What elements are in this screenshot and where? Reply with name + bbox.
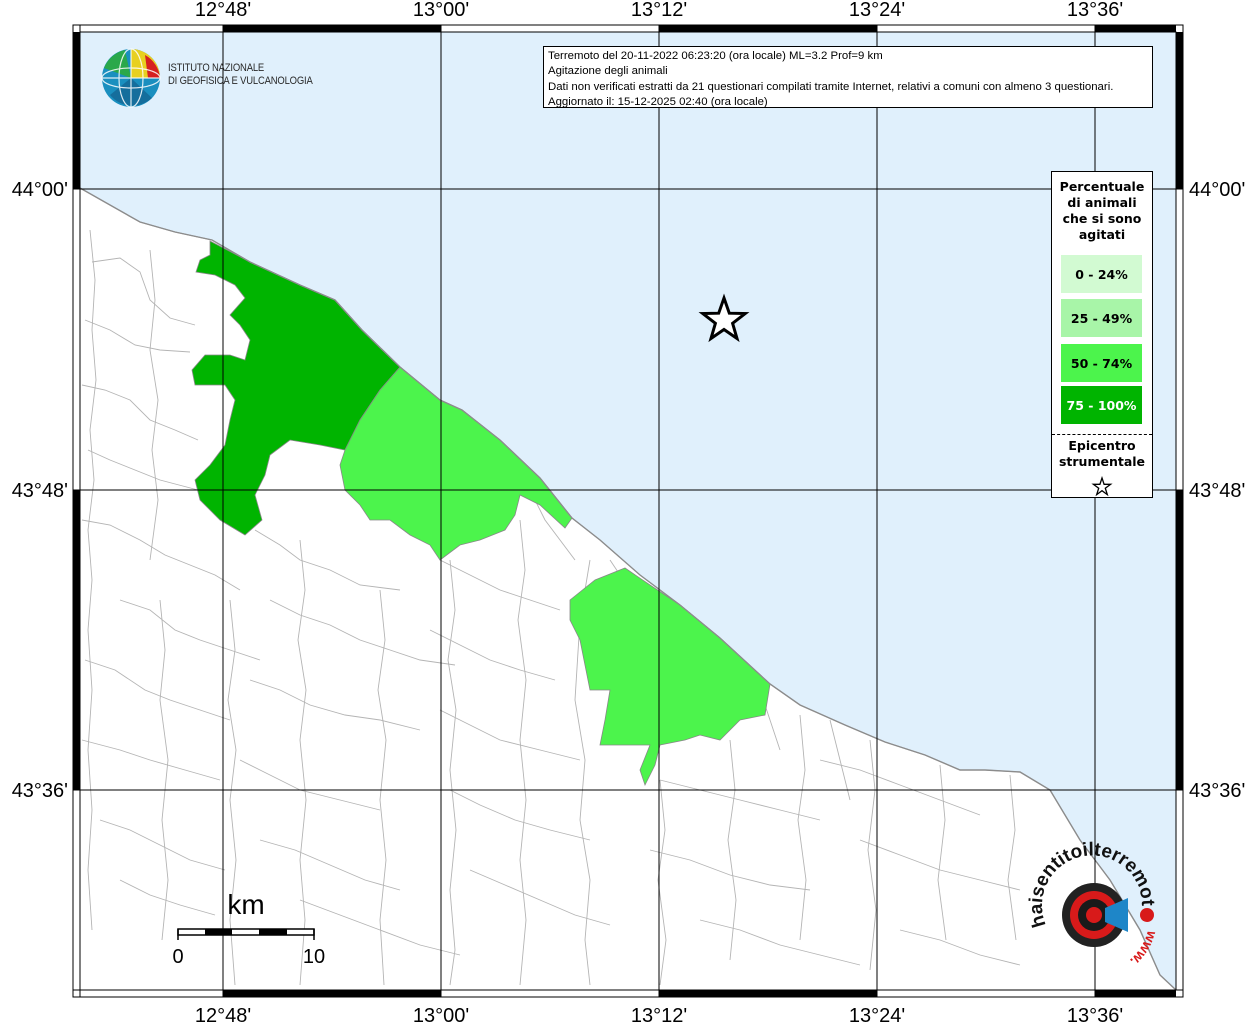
legend-swatch-50-74: 50 - 74% [1061,344,1142,382]
legend-swatch-75-100: 75 - 100% [1061,386,1142,424]
info-line-updated: Aggiornato il: 15-12-2025 02:40 (ora loc… [548,96,768,109]
scale-end: 10 [303,946,325,968]
top-tick-2: 13°00' [413,0,469,21]
left-tick-3: 43°36' [12,780,68,802]
legend-star-icon [1091,476,1113,497]
ingv-name: ISTITUTO NAZIONALE DI GEOFISICA E VULCAN… [168,62,313,88]
legend-epicenter-line2: strumentale [1058,454,1146,469]
scale-start: 0 [172,946,183,968]
left-tick-1: 44°00' [12,179,68,201]
intensity-map: 12°48' 13°00' 13°12' 13°24' 13°36' 12°48… [0,0,1245,1024]
legend-title-line3: che si sono [1062,211,1142,226]
legend-label-25-49: 25 - 49% [1070,310,1133,326]
bottom-tick-4: 13°24' [849,1005,905,1024]
top-tick-4: 13°24' [849,0,905,21]
legend-title-line1: Percentuale [1059,179,1145,194]
bottom-tick-1: 12°48' [195,1005,251,1024]
legend-label-75-100: 75 - 100% [1066,397,1137,413]
right-tick-1: 44°00' [1189,179,1245,201]
top-tick-1: 12°48' [195,0,251,21]
ingv-name-line2: DI GEOFISICA E VULCANOLOGIA [168,75,313,87]
info-line-subject: Agitazione degli animali [548,65,668,78]
legend-label-0-24: 0 - 24% [1075,266,1128,282]
legend-epicenter-line1: Epicentro [1068,438,1136,453]
bottom-tick-3: 13°12' [631,1005,687,1024]
right-tick-3: 43°36' [1189,780,1245,802]
legend: Percentuale di animali che si sono agita… [1051,171,1153,498]
info-line-earthquake: Terremoto del 20-11-2022 06:23:20 (ora l… [548,50,883,62]
top-tick-5: 13°36' [1067,0,1123,21]
info-line-data-note: Dati non verificati estratti da 21 quest… [548,80,1114,93]
bottom-tick-2: 13°00' [413,1005,469,1024]
right-tick-2: 43°48' [1189,480,1245,502]
legend-title: Percentuale di animali che si sono agita… [1052,179,1152,243]
legend-swatch-0-24: 0 - 24% [1061,255,1142,293]
bottom-tick-5: 13°36' [1067,1005,1123,1024]
legend-epicenter-label: Epicentro strumentale [1052,438,1152,470]
earthquake-info-box: Terremoto del 20-11-2022 06:23:20 (ora l… [543,46,1153,108]
ingv-logo-icon [101,48,161,108]
legend-swatch-25-49: 25 - 49% [1061,299,1142,337]
left-tick-2: 43°48' [12,480,68,502]
ingv-name-line1: ISTITUTO NAZIONALE [168,62,265,74]
scale-unit: km [227,889,264,920]
legend-title-line4: agitati [1078,227,1126,242]
legend-title-line2: di animali [1067,195,1137,210]
legend-label-50-74: 50 - 74% [1070,355,1133,371]
top-tick-3: 13°12' [631,0,687,21]
legend-separator [1052,434,1152,435]
